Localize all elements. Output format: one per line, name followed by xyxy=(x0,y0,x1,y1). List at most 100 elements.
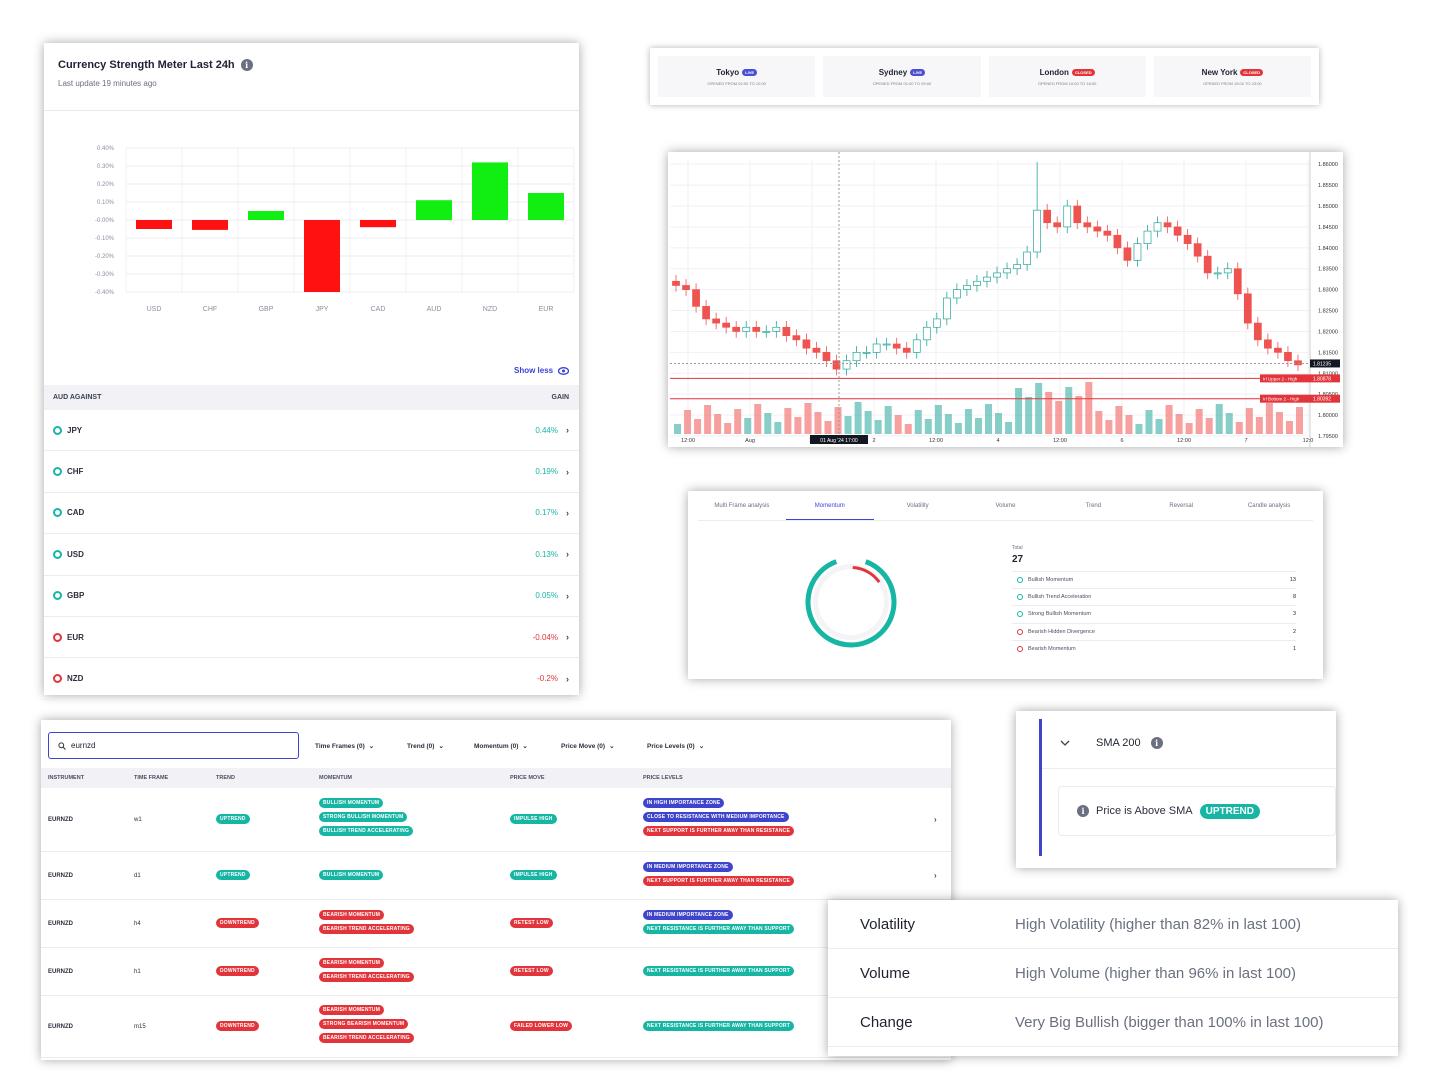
momentum-label: Bullish Trend Acceleration xyxy=(1028,594,1092,601)
chevron-right-icon[interactable]: › xyxy=(566,674,569,684)
tab-reversal[interactable]: Reversal xyxy=(1137,503,1225,520)
chevron-right-icon[interactable]: › xyxy=(566,508,569,518)
show-less-link[interactable]: Show less xyxy=(514,366,570,375)
volume-bar xyxy=(1275,412,1283,434)
volume-bar xyxy=(1285,421,1293,434)
tag-badge: RETEST LOW xyxy=(510,966,553,976)
table-row[interactable]: EURNZD h4 DOWNTREND BEARISH MOMENTUM BEARISH… xyxy=(41,900,951,948)
price-levels-cell: NEXT RESISTANCE IS FURTHER AWAY THAN SUP… xyxy=(643,966,794,976)
bar-usd[interactable] xyxy=(136,220,172,229)
tab-momentum[interactable]: Momentum xyxy=(785,503,874,520)
session-name-row: New York CLOSED xyxy=(1202,68,1264,77)
volume-bar xyxy=(854,402,862,434)
chevron-right-icon[interactable]: › xyxy=(934,815,937,824)
candle xyxy=(752,326,761,332)
stat-row: Change Very Big Bullish (bigger than 100%… xyxy=(828,998,1398,1047)
level-price: 1.80392 xyxy=(1313,397,1331,403)
chevron-right-icon[interactable]: › xyxy=(934,871,937,880)
currency-strength-panel: Currency Strength Meter Last 24h i Last … xyxy=(44,43,579,700)
chevron-down-icon[interactable] xyxy=(1060,740,1070,746)
volume-bar xyxy=(1225,413,1233,434)
table-row[interactable]: EURNZD m15 DOWNTREND BEARISH MOMENTUM STRONG… xyxy=(41,996,951,1058)
table-row[interactable]: EURNZD h1 DOWNTREND BEARISH MOMENTUM BEARISH… xyxy=(41,948,951,996)
status-ring-icon xyxy=(53,425,62,435)
tab-multi-frame-analysis[interactable]: Multi Frame analysis xyxy=(698,503,786,520)
tab-volatility[interactable]: Volatility xyxy=(874,503,962,520)
bar-aud[interactable] xyxy=(416,200,452,220)
chevron-right-icon[interactable]: › xyxy=(566,632,569,642)
info-icon: i xyxy=(1077,805,1089,817)
tag-badge: IN MEDIUM IMPORTANCE ZONE xyxy=(643,862,733,872)
tag-badge: BEARISH MOMENTUM xyxy=(319,1005,385,1015)
tab-volume[interactable]: Volume xyxy=(962,503,1050,520)
bar-gbp[interactable] xyxy=(248,211,284,220)
volume-bar xyxy=(674,424,682,434)
bar-jpy[interactable] xyxy=(304,220,340,292)
candle xyxy=(922,326,931,341)
bar-eur[interactable] xyxy=(528,193,564,220)
tab-candle-analysis[interactable]: Candle analysis xyxy=(1225,503,1313,520)
currency-row[interactable]: JPY 0.44% › xyxy=(44,410,579,452)
filter-dropdown[interactable]: Momentum (0) ⌄ xyxy=(474,742,528,751)
volume-bar xyxy=(834,407,842,434)
time-tick-label: 6 xyxy=(1120,438,1123,444)
chevron-right-icon[interactable]: › xyxy=(566,425,569,435)
tab-trend[interactable]: Trend xyxy=(1049,503,1137,520)
currency-row[interactable]: CHF 0.19% › xyxy=(44,451,579,493)
price-move-cell: IMPULSE HIGH xyxy=(510,870,557,880)
filter-dropdown[interactable]: Price Levels (0) ⌄ xyxy=(647,742,704,751)
candle xyxy=(932,318,941,328)
candle xyxy=(1003,268,1011,274)
volume-bar xyxy=(694,419,702,434)
screener-header: INSTRUMENT TIME FRAME TREND MOMENTUM PRICE M… xyxy=(41,768,951,788)
candlestick-chart[interactable]: 1.86000 1.85500 1.85000 1.84500 1.84000 1.835… xyxy=(668,152,1343,447)
volume-bar xyxy=(1015,388,1023,434)
currency-code: NZD xyxy=(67,674,84,684)
y-tick-label: -0.40% xyxy=(95,290,115,296)
currency-code: JPY xyxy=(67,425,83,435)
session-card: New York CLOSED OPENED FROM 15:00 TO 23:00 xyxy=(1153,56,1311,97)
tag-badge: IN MEDIUM IMPORTANCE ZONE xyxy=(643,910,733,920)
csm-title: Currency Strength Meter Last 24h xyxy=(58,59,235,71)
currency-row[interactable]: GBP 0.05% › xyxy=(44,576,579,617)
candle xyxy=(842,360,851,370)
currency-row[interactable]: USD 0.13% › xyxy=(44,534,579,576)
volume-bar xyxy=(734,409,742,434)
volume-bar xyxy=(924,419,932,434)
filter-dropdown[interactable]: Trend (0) ⌄ xyxy=(407,742,444,751)
status-ring-icon xyxy=(53,674,62,684)
bar-chf[interactable] xyxy=(192,220,228,230)
session-name-row: London CLOSED xyxy=(1040,68,1095,77)
chevron-right-icon[interactable]: › xyxy=(566,467,569,477)
currency-row[interactable]: EUR -0.04% › xyxy=(44,617,579,659)
candle xyxy=(1113,234,1122,249)
tag-badge: NEXT SUPPORT IS FURTHER AWAY THAN RESIST… xyxy=(643,876,794,886)
momentum-cell: BULLISH MOMENTUM xyxy=(319,870,384,880)
column-header: MOMENTUM xyxy=(319,775,352,781)
table-row[interactable]: EURNZD d1 UPTREND BULLISH MOMENTUM IMPULSE H… xyxy=(41,852,951,900)
column-header: PRICE MOVE xyxy=(510,775,545,781)
candle xyxy=(993,272,1001,278)
candle xyxy=(1063,205,1072,228)
chevron-right-icon[interactable]: › xyxy=(566,549,569,559)
candle xyxy=(732,326,741,332)
filter-dropdown[interactable]: Price Move (0) ⌄ xyxy=(561,742,615,751)
info-icon[interactable]: i xyxy=(1150,737,1163,749)
filter-dropdown[interactable]: Time Frames (0) ⌄ xyxy=(315,742,374,751)
session-hours: OPENED FROM 10:00 TO 18:00 xyxy=(1037,80,1097,86)
y-tick-label: 0.30% xyxy=(97,164,115,170)
search-box[interactable] xyxy=(48,732,299,759)
tag-badge: BEARISH TREND ACCELERATING xyxy=(319,972,414,982)
price-tick-label: 1.84000 xyxy=(1318,246,1338,252)
currency-row[interactable]: CAD 0.17% › xyxy=(44,493,579,535)
table-row[interactable]: EURNZD w1 UPTREND BULLISH MOMENTUM STRONG BU… xyxy=(41,788,951,852)
sma-header[interactable]: SMA 200 i xyxy=(1060,737,1163,749)
session-status-badge: LIVE xyxy=(742,68,758,76)
bar-nzd[interactable] xyxy=(472,162,508,220)
bar-cad[interactable] xyxy=(360,220,396,228)
chevron-right-icon[interactable]: › xyxy=(566,591,569,601)
search-input[interactable] xyxy=(71,741,271,750)
currency-row[interactable]: NZD -0.2% › xyxy=(44,658,579,700)
info-icon[interactable]: i xyxy=(240,59,253,71)
volume-bar xyxy=(784,408,792,434)
